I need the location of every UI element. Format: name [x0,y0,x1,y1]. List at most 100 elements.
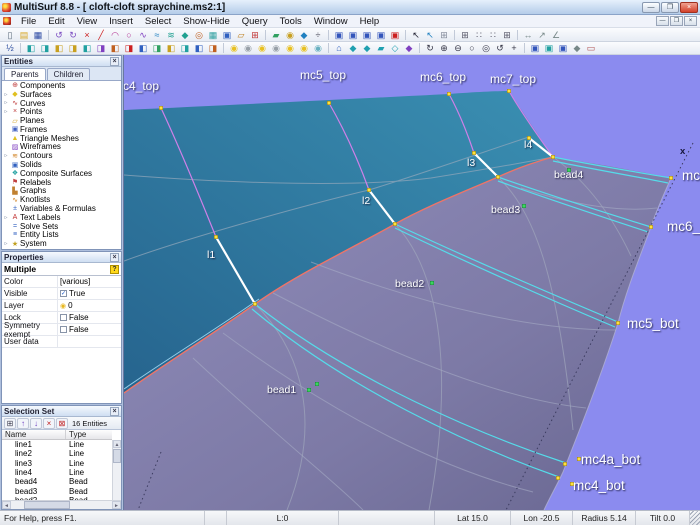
point-marker[interactable] [496,175,499,178]
point-marker[interactable] [563,462,566,465]
tree-item-wireframes[interactable]: ▨Wireframes [2,143,121,152]
select-all-icon[interactable]: ⊞ [437,29,451,41]
point-marker[interactable] [669,176,672,179]
zoom-fit-icon[interactable]: ◎ [479,42,493,54]
selection-row-line3[interactable]: line3Line [2,459,112,468]
vis-graphs-icon[interactable]: ◨ [150,42,164,54]
export-view-icon[interactable]: ◆ [570,42,584,54]
bead-marker[interactable] [315,382,318,385]
point-marker[interactable] [507,89,510,92]
tree-item-planes[interactable]: ▱Planes [2,116,121,125]
tree-item-contours[interactable]: ▹≋Contours [2,151,121,160]
selection-grid-icon[interactable]: ⊞ [4,418,16,429]
zoom-in-icon[interactable]: ⊕ [437,42,451,54]
tree-item-frames[interactable]: ▣Frames [2,125,121,134]
expand-arrow-icon[interactable]: ▹ [2,108,10,115]
circle-entity-icon[interactable]: ○ [122,29,136,41]
selection-close-icon[interactable]: × [110,407,119,416]
vis-relabels-icon[interactable]: ◨ [178,42,192,54]
divide-icon[interactable]: ÷ [311,29,325,41]
grid-dots-icon[interactable]: ∷ [472,29,486,41]
surface-entity-icon[interactable]: ▦ [206,29,220,41]
point-entity-icon[interactable]: × [80,29,94,41]
grid-lines-icon[interactable]: ∷ [486,29,500,41]
orientation-icon[interactable]: ◆ [297,29,311,41]
view-perspective-icon[interactable]: ◆ [402,42,416,54]
undo-icon[interactable]: ↺ [52,29,66,41]
tree-item-variables-formulas[interactable]: ±Variables & Formulas [2,204,121,213]
tree-item-entity-lists[interactable]: ≡Entity Lists [2,231,121,240]
vis-system-icon[interactable]: ◨ [206,42,220,54]
mdi-close-button[interactable]: × [684,16,697,26]
move-down-icon[interactable]: ↓ [30,418,42,429]
viewport-3d[interactable]: mc4_topmc5_topmc6_topmc7_topl1l2l3l4bead… [123,55,700,510]
vis-contours-icon[interactable]: ◧ [108,42,122,54]
bead-marker[interactable] [567,168,570,171]
horizontal-scroll-thumb[interactable] [24,501,70,509]
mdi-minimize-button[interactable]: — [656,16,669,26]
tree-item-graphs[interactable]: ▙Graphs [2,187,121,196]
point-marker[interactable] [577,457,580,460]
point-marker[interactable] [556,476,559,479]
tree-item-no-dependents[interactable]: ▹▸No Dependents [2,248,121,250]
window-tile-icon[interactable]: ▣ [346,29,360,41]
expand-arrow-icon[interactable]: ▹ [2,91,10,98]
half-division-icon[interactable]: ½ [3,42,17,54]
select-add-icon[interactable]: ↖ [423,29,437,41]
point-marker[interactable] [447,92,450,95]
solid-entity-icon[interactable]: ▣ [220,29,234,41]
tree-item-composite-surfaces[interactable]: ❖Composite Surfaces [2,169,121,178]
vis-knots-icon[interactable]: ◧ [164,42,178,54]
property-value[interactable]: ◉0 [58,301,121,310]
vis-meshes-icon[interactable]: ◨ [94,42,108,54]
checkbox-unchecked-icon[interactable] [60,314,67,321]
point-marker[interactable] [472,151,475,154]
menu-window[interactable]: Window [308,16,354,27]
point-marker[interactable] [393,222,396,225]
point-marker[interactable] [214,235,217,238]
hide-all-icon[interactable]: ◉ [241,42,255,54]
remove-from-selection-icon[interactable]: × [43,418,55,429]
tree-item-knotlists[interactable]: ∿Knotlists [2,195,121,204]
grid-major-icon[interactable]: ⊞ [500,29,514,41]
dimension-icon[interactable]: ↔ [521,29,535,41]
point-marker[interactable] [527,136,530,139]
color-picker-icon[interactable]: ▰ [269,29,283,41]
view-plan-icon[interactable]: ▰ [374,42,388,54]
selection-row-line2[interactable]: line2Line [2,449,112,458]
vis-labels-icon[interactable]: ◨ [122,42,136,54]
snake-entity-icon[interactable]: ≋ [164,29,178,41]
menu-tools[interactable]: Tools [274,16,308,27]
point-marker[interactable] [327,101,330,104]
view-front-icon[interactable]: ◆ [346,42,360,54]
point-marker[interactable] [616,321,619,324]
menu-file[interactable]: File [15,16,42,27]
measure-icon[interactable]: ↗ [535,29,549,41]
point-marker[interactable] [570,482,573,485]
bead-marker[interactable] [522,204,525,207]
help-icon[interactable]: ? [110,265,119,274]
properties-close-icon[interactable]: × [110,253,119,262]
tab-parents[interactable]: Parents [4,68,46,80]
bead-entity-icon[interactable]: ◆ [178,29,192,41]
arc-entity-icon[interactable]: ◠ [108,29,122,41]
selection-row-line1[interactable]: line1Line [2,440,112,449]
ccurve-entity-icon[interactable]: ≈ [150,29,164,41]
scroll-up-icon[interactable]: ▲ [113,440,121,448]
expand-arrow-icon[interactable]: ▹ [2,240,10,247]
tree-item-components[interactable]: ⊕Components [2,81,121,90]
menu-show-hide[interactable]: Show-Hide [177,16,235,27]
point-marker[interactable] [649,225,652,228]
tree-item-triangle-meshes[interactable]: ▲Triangle Meshes [2,134,121,143]
mesh-entity-icon[interactable]: ⊞ [248,29,262,41]
grid-snap-icon[interactable]: ⊞ [458,29,472,41]
close-pane-icon[interactable]: ▭ [584,42,598,54]
selection-row-bead3[interactable]: bead3Bead [2,486,112,495]
hide-selected-icon[interactable]: ◉ [269,42,283,54]
window-new-icon[interactable]: ▣ [360,29,374,41]
menu-help[interactable]: Help [354,16,386,27]
tree-item-solve-sets[interactable]: =Solve Sets [2,222,121,231]
point-marker[interactable] [551,155,554,158]
property-value[interactable]: False [58,325,121,334]
horizontal-scrollbar[interactable]: ◄ ► [2,500,121,509]
